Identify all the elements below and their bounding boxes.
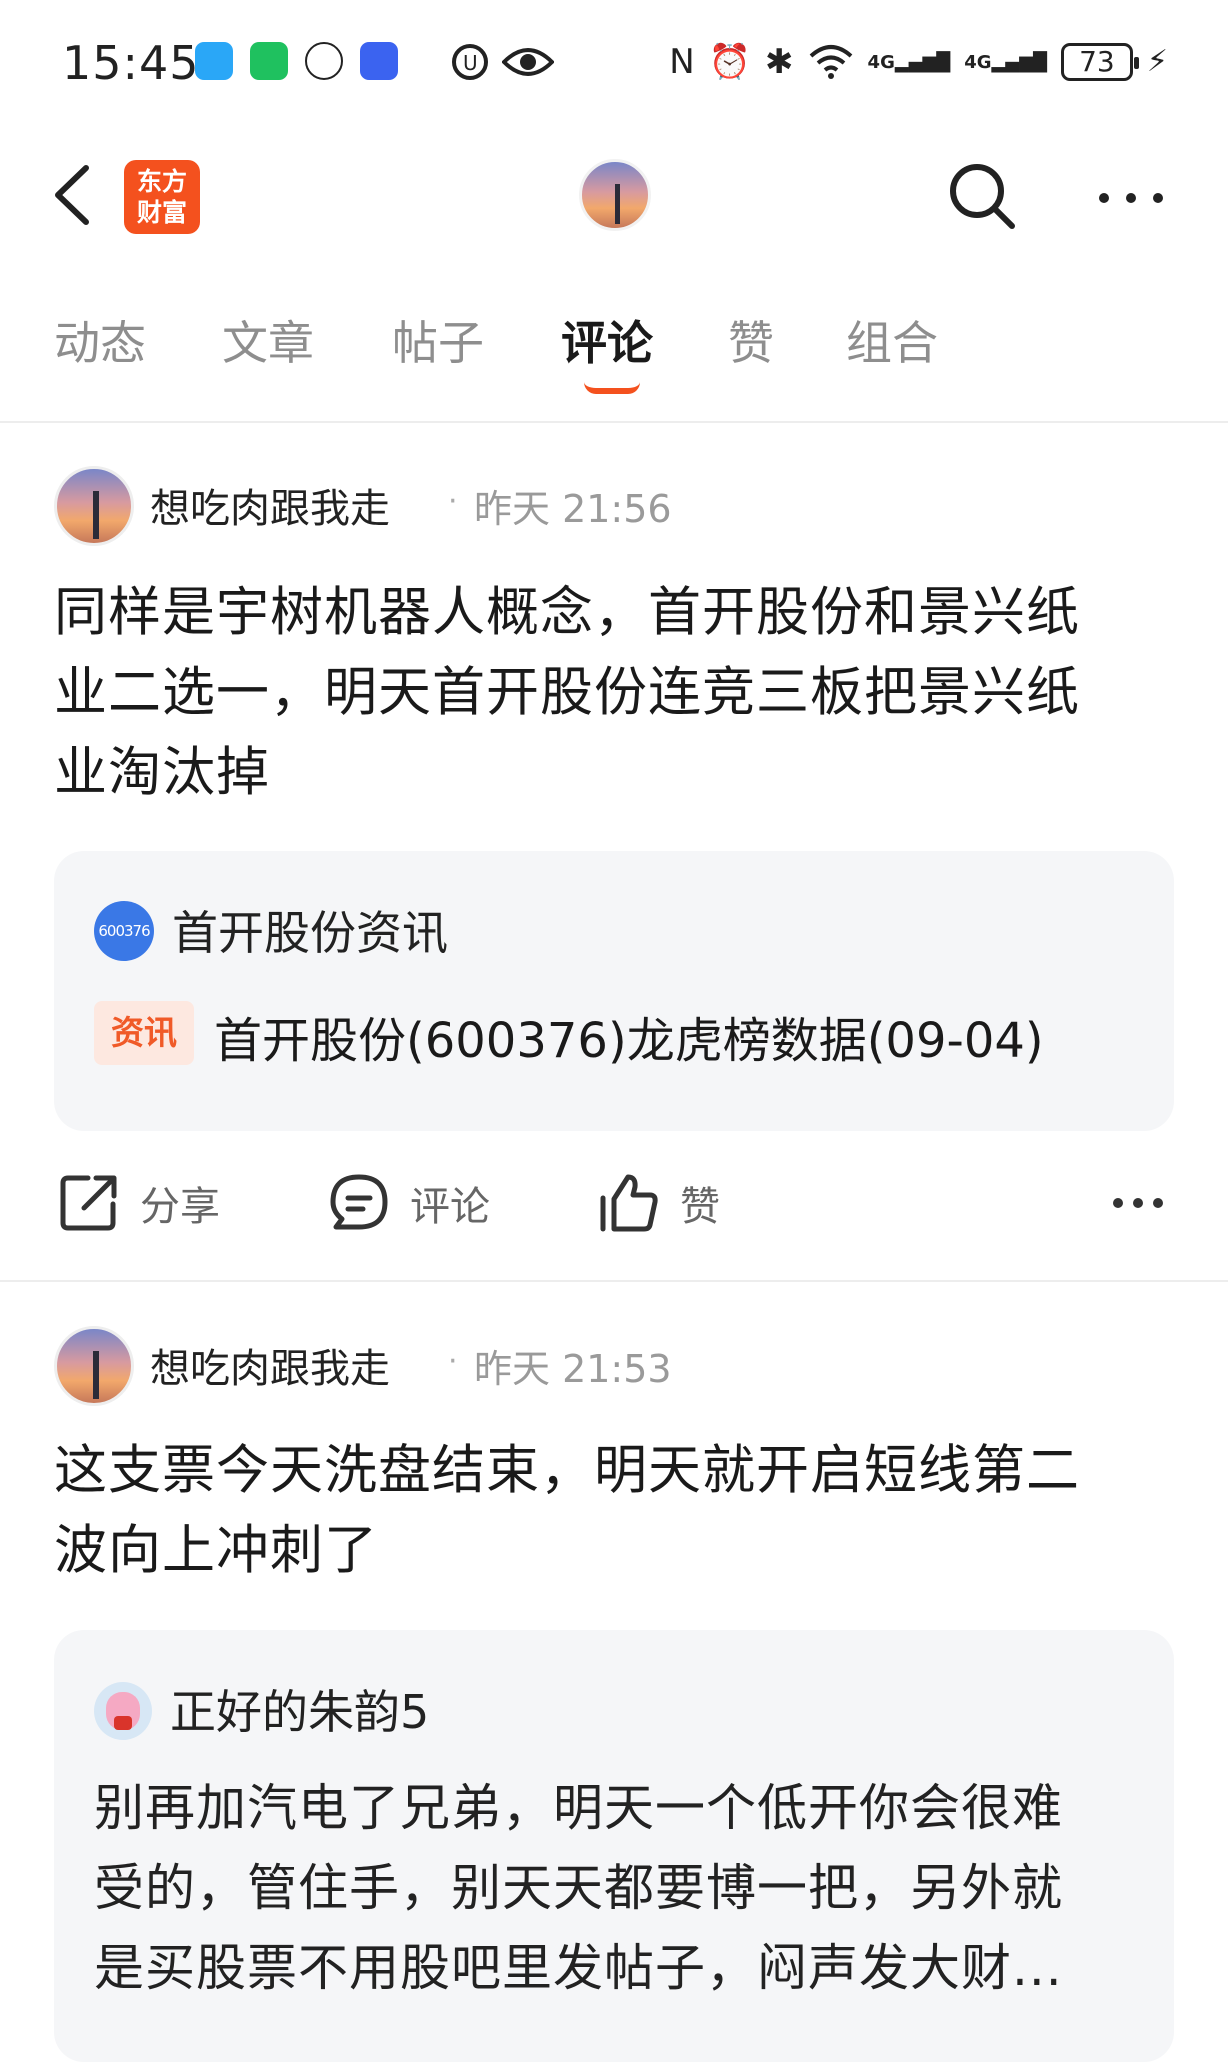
meta-separator: · bbox=[448, 484, 458, 519]
meta-separator: · bbox=[448, 1344, 458, 1379]
reply-body-line: 受的，管住手，别天天都要博一把，另外就 bbox=[94, 1859, 1063, 1917]
stock-source-icon: 600376 bbox=[94, 901, 154, 961]
nfc-icon: N bbox=[669, 42, 695, 82]
news-card[interactable]: 600376 首开股份资讯 资讯 首开股份(600376)龙虎榜数据(09-04… bbox=[54, 851, 1174, 1131]
brand-logo[interactable]: 东方 财富 bbox=[124, 160, 200, 234]
post-body[interactable]: 同样是宇树机器人概念，首开股份和景兴纸 业二选一，明天首开股份连竞三板把景兴纸 … bbox=[54, 573, 1174, 813]
post-username[interactable]: 想吃肉跟我走 bbox=[150, 476, 390, 534]
post-more-icon[interactable] bbox=[1112, 1188, 1164, 1218]
post-body-line: 这支票今天洗盘结束，明天就开启短线第二 bbox=[54, 1440, 1080, 1501]
reply-user-avatar[interactable] bbox=[94, 1682, 152, 1740]
status-bar: 15:45 U N ⏰ ✱ 4G▂▄▆█ 4G▂▄▆█ 73 ⚡ bbox=[0, 0, 1228, 120]
share-label: 分享 bbox=[140, 1184, 220, 1230]
post-username[interactable]: 想吃肉跟我走 bbox=[150, 1336, 390, 1394]
post-divider bbox=[0, 1280, 1228, 1282]
charging-icon: ⚡ bbox=[1146, 44, 1168, 79]
tabs-divider bbox=[0, 421, 1228, 423]
post-body-line: 业二选一，明天首开股份连竞三板把景兴纸 bbox=[54, 662, 1080, 723]
wechat-app-icon bbox=[250, 42, 288, 80]
comment-icon bbox=[330, 1174, 388, 1230]
reply-username[interactable]: 正好的朱韵5 bbox=[170, 1676, 429, 1742]
source-name: 首开股份资讯 bbox=[172, 906, 448, 960]
network-type-1: 4G bbox=[867, 51, 895, 73]
status-icons: N ⏰ ✱ 4G▂▄▆█ 4G▂▄▆█ 73 ⚡ bbox=[669, 40, 1168, 84]
comment-label: 评论 bbox=[410, 1184, 490, 1230]
svg-text:U: U bbox=[463, 51, 478, 75]
qq-app-icon bbox=[305, 42, 343, 80]
back-arrow-icon[interactable] bbox=[48, 160, 98, 230]
news-tag: 资讯 bbox=[94, 1001, 194, 1065]
chat-app-icon bbox=[360, 42, 398, 80]
reply-body-line: 别再加汽电了兄弟，明天一个低开你会很难 bbox=[94, 1779, 1063, 1837]
post-actions: 分享 评论 赞 bbox=[0, 1158, 1228, 1248]
post-body-line: 波向上冲刺了 bbox=[54, 1520, 378, 1581]
bluetooth-icon: ✱ bbox=[765, 42, 794, 82]
share-icon bbox=[60, 1175, 117, 1231]
user-avatar[interactable] bbox=[54, 466, 134, 546]
tab-comments[interactable]: 评论 bbox=[561, 308, 653, 378]
brand-logo-line1: 东方 bbox=[136, 167, 187, 196]
wifi-icon bbox=[809, 45, 852, 79]
post-time: 昨天 21:53 bbox=[474, 1347, 672, 1391]
like-label: 赞 bbox=[680, 1184, 720, 1230]
messages-app-icon bbox=[195, 42, 233, 80]
news-title[interactable]: 首开股份(600376)龙虎榜数据(09-04) bbox=[214, 1001, 1044, 1071]
profile-avatar[interactable] bbox=[579, 159, 651, 231]
active-tab-indicator bbox=[584, 382, 640, 394]
post-body[interactable]: 这支票今天洗盘结束，明天就开启短线第二 波向上冲刺了 bbox=[54, 1431, 1174, 1591]
like-button[interactable]: 赞 bbox=[598, 1158, 720, 1248]
alarm-icon: ⏰ bbox=[708, 42, 752, 82]
post-body-line: 业淘汰掉 bbox=[54, 742, 270, 803]
nfc-alert-icon: U bbox=[452, 44, 488, 80]
share-button[interactable]: 分享 bbox=[58, 1158, 220, 1248]
tab-portfolio[interactable]: 组合 bbox=[846, 308, 938, 378]
status-time: 15:45 bbox=[62, 36, 200, 90]
thumbs-up-icon bbox=[600, 1174, 658, 1232]
reply-card[interactable]: 正好的朱韵5 别再加汽电了兄弟，明天一个低开你会很难 受的，管住手，别天天都要博… bbox=[54, 1630, 1174, 2062]
comment-post: 想吃肉跟我走 · 昨天 21:53 这支票今天洗盘结束，明天就开启短线第二 波向… bbox=[0, 1284, 1228, 2062]
signal-1-icon: 4G▂▄▆█ bbox=[867, 51, 951, 73]
eye-icon bbox=[502, 48, 554, 76]
signal-2-icon: 4G▂▄▆█ bbox=[964, 51, 1047, 73]
tab-posts[interactable]: 帖子 bbox=[392, 308, 484, 378]
reply-body: 别再加汽电了兄弟，明天一个低开你会很难 受的，管住手，别天天都要博一把，另外就 … bbox=[94, 1768, 1144, 2008]
tab-articles[interactable]: 文章 bbox=[222, 308, 314, 378]
search-icon[interactable] bbox=[946, 160, 1018, 232]
more-options-icon[interactable] bbox=[1096, 178, 1166, 218]
tab-dynamics[interactable]: 动态 bbox=[54, 308, 146, 378]
comment-post: 想吃肉跟我走 · 昨天 21:56 同样是宇树机器人概念，首开股份和景兴纸 业二… bbox=[0, 424, 1228, 1284]
post-time: 昨天 21:56 bbox=[474, 487, 672, 531]
network-type-2: 4G bbox=[964, 51, 992, 73]
post-body-line: 同样是宇树机器人概念，首开股份和景兴纸 bbox=[54, 582, 1080, 643]
tab-likes[interactable]: 赞 bbox=[728, 308, 774, 378]
reply-body-line: 是买股票不用股吧里发帖子，闷声发大财... bbox=[94, 1939, 1063, 1997]
user-avatar[interactable] bbox=[54, 1326, 134, 1406]
battery-indicator: 73 bbox=[1060, 43, 1139, 81]
brand-logo-line2: 财富 bbox=[136, 198, 187, 227]
comment-button[interactable]: 评论 bbox=[328, 1158, 490, 1248]
